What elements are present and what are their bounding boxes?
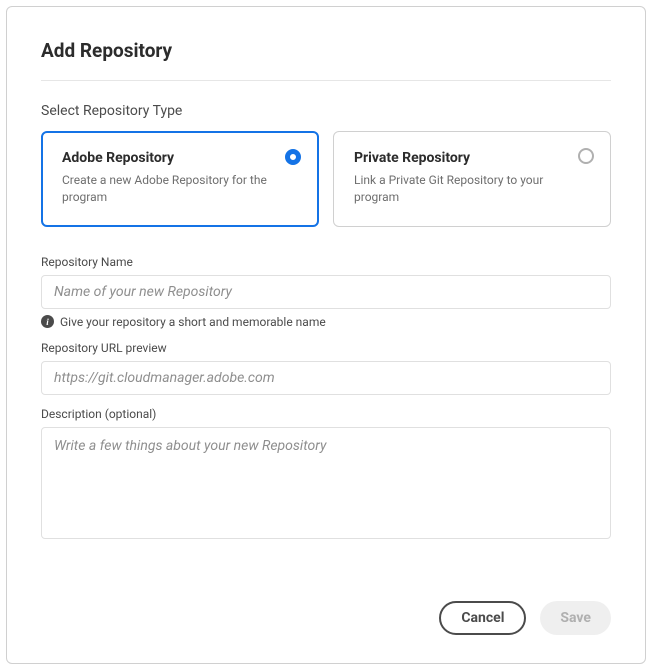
save-button[interactable]: Save — [540, 601, 611, 635]
repo-type-adobe-desc: Create a new Adobe Repository for the pr… — [62, 172, 298, 206]
repo-url-input[interactable] — [41, 361, 611, 395]
repo-name-field: Repository Name i Give your repository a… — [41, 255, 611, 329]
repo-url-field: Repository URL preview — [41, 341, 611, 395]
repo-desc-label: Description (optional) — [41, 407, 611, 421]
repo-desc-input[interactable] — [41, 427, 611, 539]
add-repository-dialog: Add Repository Select Repository Type Ad… — [6, 6, 646, 664]
repo-name-label: Repository Name — [41, 255, 611, 269]
repo-name-helper-text: Give your repository a short and memorab… — [60, 315, 326, 329]
repo-type-label: Select Repository Type — [41, 103, 611, 119]
repo-type-private[interactable]: Private Repository Link a Private Git Re… — [333, 131, 611, 227]
divider — [41, 80, 611, 81]
repo-desc-field: Description (optional) — [41, 407, 611, 543]
repo-type-options: Adobe Repository Create a new Adobe Repo… — [41, 131, 611, 227]
radio-selected-icon — [285, 149, 301, 165]
repo-type-private-title: Private Repository — [354, 150, 590, 166]
radio-unselected-icon — [578, 148, 594, 164]
repo-url-label: Repository URL preview — [41, 341, 611, 355]
repo-name-helper: i Give your repository a short and memor… — [41, 315, 611, 329]
info-icon: i — [41, 315, 54, 328]
cancel-button[interactable]: Cancel — [439, 601, 526, 635]
dialog-title: Add Repository — [41, 39, 611, 62]
repo-name-input[interactable] — [41, 275, 611, 309]
repo-type-adobe[interactable]: Adobe Repository Create a new Adobe Repo… — [41, 131, 319, 227]
repo-type-adobe-title: Adobe Repository — [62, 150, 298, 166]
dialog-footer: Cancel Save — [41, 601, 611, 635]
repo-type-private-desc: Link a Private Git Repository to your pr… — [354, 172, 590, 206]
